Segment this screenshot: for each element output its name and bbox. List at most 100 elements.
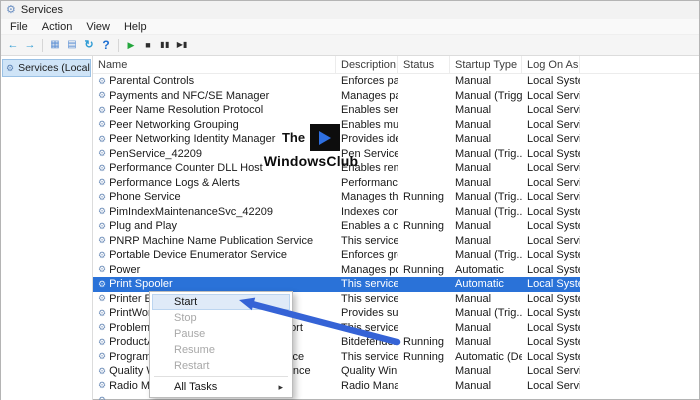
service-gear-icon: ⚙ [98, 265, 106, 274]
column-header-description[interactable]: Description [336, 56, 398, 73]
service-status: Running [398, 219, 450, 234]
show-console-tree-icon[interactable]: ▦ [47, 37, 63, 53]
menubar-item-view[interactable]: View [79, 20, 117, 34]
service-logon-as: Local System [522, 147, 580, 162]
service-logon-as: Local Service [522, 190, 580, 205]
menubar-item-action[interactable]: Action [35, 20, 80, 34]
service-description: Manages pa... [336, 89, 398, 104]
table-row[interactable]: ⚙PNRP Machine Name Publication ServiceTh… [93, 234, 580, 249]
column-header-name[interactable]: Name [93, 56, 336, 73]
table-row[interactable]: ⚙Peer Name Resolution ProtocolEnables se… [93, 103, 580, 118]
context-menu-item-all-tasks[interactable]: All Tasks▸ [152, 379, 290, 395]
table-row[interactable]: ⚙Portable Device Enumerator ServiceEnfor… [93, 248, 580, 263]
service-status: Running [398, 263, 450, 278]
service-startup-type: Manual [450, 161, 522, 176]
service-status [398, 118, 450, 133]
column-header-startup-type[interactable]: Startup Type [450, 56, 522, 73]
service-gear-icon: ⚙ [98, 280, 106, 289]
service-gear-icon: ⚙ [98, 207, 106, 216]
back-icon[interactable]: ← [5, 37, 21, 53]
service-name: Portable Device Enumerator Service [109, 249, 287, 261]
menubar-item-file[interactable]: File [3, 20, 35, 34]
service-logon-as: Local System [522, 248, 580, 263]
context-menu-item-start[interactable]: Start [152, 294, 290, 310]
context-menu-item-resume: Resume [152, 342, 290, 358]
service-description: Enables a co... [336, 219, 398, 234]
service-startup-type: Automatic [450, 263, 522, 278]
table-row[interactable]: ⚙Payments and NFC/SE ManagerManages pa..… [93, 89, 580, 104]
main-area: ⚙ Services (Local) NameDescriptionStatus… [1, 56, 699, 400]
table-row[interactable]: ⚙PowerManages po...RunningAutomaticLocal… [93, 263, 580, 278]
service-name: Peer Networking Grouping [109, 119, 239, 131]
service-name-cell: ⚙PNRP Machine Name Publication Service [93, 234, 336, 249]
service-logon-as [522, 393, 580, 400]
service-logon-as: Local System [522, 350, 580, 365]
stop-service-icon[interactable]: ■ [140, 37, 156, 53]
start-service-icon[interactable]: ▶ [123, 37, 139, 53]
service-status [398, 176, 450, 191]
service-description: This service ... [336, 277, 398, 292]
refresh-icon[interactable]: ↻ [81, 37, 97, 53]
titlebar: ⚙ Services [1, 1, 699, 19]
table-row[interactable]: ⚙Performance Logs & AlertsPerformanc...M… [93, 176, 580, 191]
services-app-icon: ⚙ [6, 5, 16, 16]
table-row[interactable]: ⚙Plug and PlayEnables a co...RunningManu… [93, 219, 580, 234]
pause-service-icon[interactable]: ▮▮ [157, 37, 173, 53]
service-description: Provides sup... [336, 306, 398, 321]
table-row[interactable]: ⚙Phone ServiceManages th...RunningManual… [93, 190, 580, 205]
table-row[interactable]: ⚙PimIndexMaintenanceSvc_42209Indexes con… [93, 205, 580, 220]
service-startup-type: Manual [450, 321, 522, 336]
column-header-log-on-as[interactable]: Log On As [522, 56, 580, 73]
service-logon-as: Local Service [522, 161, 580, 176]
column-header-status[interactable]: Status [398, 56, 450, 73]
service-name: Phone Service [109, 191, 181, 203]
service-startup-type: Manual [450, 176, 522, 191]
service-status [398, 205, 450, 220]
context-menu-item-stop: Stop [152, 310, 290, 326]
context-menu-item-restart: Restart [152, 358, 290, 374]
watermark-the-text: The [282, 130, 305, 145]
sidebar-item-services-local[interactable]: ⚙ Services (Local) [2, 59, 91, 77]
service-name: Parental Controls [109, 75, 194, 87]
toolbar: ←→ ▦▤↻? ▶■▮▮▶▮ [1, 35, 699, 56]
service-status [398, 132, 450, 147]
service-name-cell: ⚙Power [93, 263, 336, 278]
service-name-cell: ⚙Payments and NFC/SE Manager [93, 89, 336, 104]
service-gear-icon: ⚙ [98, 236, 106, 245]
service-name: PNRP Machine Name Publication Service [109, 235, 313, 247]
table-row[interactable]: ⚙Parental ControlsEnforces par...ManualL… [93, 74, 580, 89]
restart-service-icon[interactable]: ▶▮ [174, 37, 190, 53]
menubar-item-help[interactable]: Help [117, 20, 154, 34]
service-logon-as: Local System [522, 277, 580, 292]
service-logon-as: Local System [522, 263, 580, 278]
sidebar-item-label: Services (Local) [18, 62, 91, 74]
service-status: Running [398, 350, 450, 365]
export-list-icon[interactable]: ▤ [64, 37, 80, 53]
context-menu-separator [154, 376, 288, 377]
service-status [398, 248, 450, 263]
service-status [398, 393, 450, 400]
help-icon[interactable]: ? [98, 37, 114, 53]
service-status [398, 321, 450, 336]
service-description: Performanc... [336, 176, 398, 191]
service-description: Indexes cont... [336, 205, 398, 220]
service-description: Enforces par... [336, 74, 398, 89]
toolbar-separator [118, 39, 119, 52]
service-status [398, 306, 450, 321]
context-menu: StartStopPauseResumeRestartAll Tasks▸ [149, 291, 293, 398]
service-logon-as: Local System [522, 306, 580, 321]
table-row[interactable]: ⚙Print SpoolerThis service ...AutomaticL… [93, 277, 580, 292]
forward-icon[interactable]: → [22, 37, 38, 53]
watermark-club-text: WindowsClub [257, 153, 365, 169]
service-gear-icon: ⚙ [98, 135, 106, 144]
service-logon-as: Local Service [522, 89, 580, 104]
service-logon-as: Local System [522, 335, 580, 350]
service-startup-type: Manual (Trig... [450, 147, 522, 162]
service-gear-icon: ⚙ [98, 396, 106, 400]
service-description [336, 393, 398, 400]
service-description: Manages th... [336, 190, 398, 205]
service-logon-as: Local Service [522, 379, 580, 394]
service-startup-type: Manual (Trig... [450, 248, 522, 263]
service-name-cell: ⚙Portable Device Enumerator Service [93, 248, 336, 263]
submenu-arrow-icon: ▸ [278, 379, 283, 395]
